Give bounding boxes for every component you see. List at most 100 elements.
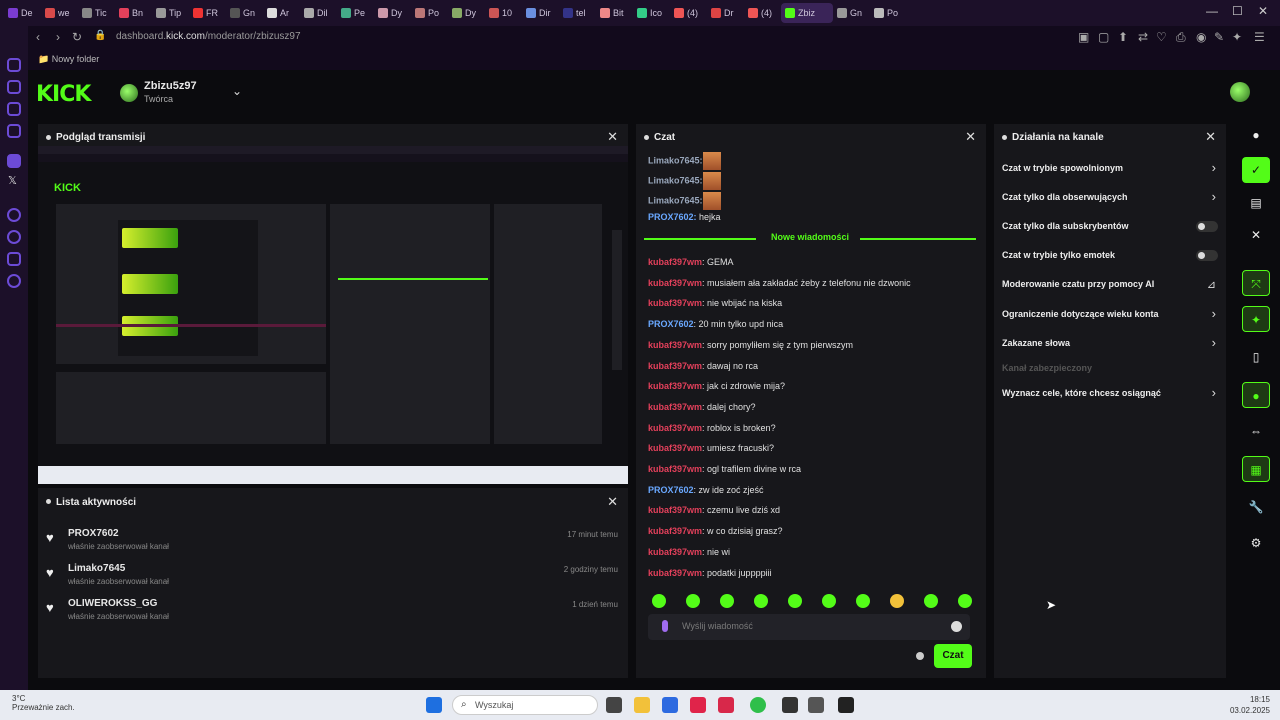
browser-tab[interactable]: Dir <box>522 3 559 23</box>
emote-button[interactable] <box>754 594 768 608</box>
app-icon[interactable] <box>838 697 854 713</box>
chat-username[interactable]: Limako7645: <box>648 175 703 185</box>
activity-username[interactable]: OLIWEROKSS_GG <box>68 598 157 609</box>
browser-tab[interactable]: Ar <box>263 3 300 23</box>
back-icon[interactable]: ‹ <box>36 30 40 44</box>
weather-widget[interactable]: 3°C Przeważnie zach. <box>12 694 75 712</box>
emote-button[interactable] <box>822 594 836 608</box>
user-avatar[interactable] <box>1230 82 1250 102</box>
chat-username[interactable]: kubaf397wm <box>648 464 702 474</box>
pinboard-icon[interactable] <box>7 58 21 72</box>
channel-action-item[interactable]: Ograniczenie dotyczące wieku konta › <box>1002 304 1218 328</box>
task-view-icon[interactable] <box>606 697 622 713</box>
share-icon[interactable]: ⬆ <box>1118 30 1128 44</box>
translate-icon[interactable]: ⇄ <box>1138 30 1148 44</box>
activity-username[interactable]: PROX7602 <box>68 528 119 539</box>
chat-username[interactable]: kubaf397wm <box>648 505 702 515</box>
channel-action-item[interactable]: Zakazane słowa › <box>1002 333 1218 357</box>
browser-tab[interactable]: we <box>41 3 78 23</box>
file-explorer-icon[interactable] <box>634 697 650 713</box>
emoji-icon[interactable] <box>951 621 962 632</box>
browser-tab[interactable]: De <box>4 3 41 23</box>
reload-icon[interactable]: ↻ <box>72 30 82 44</box>
chat-username[interactable]: kubaf397wm <box>648 257 702 267</box>
chat-username[interactable]: kubaf397wm <box>648 402 702 412</box>
emote-button[interactable] <box>856 594 870 608</box>
browser-tab[interactable]: Dy <box>448 3 485 23</box>
send-chat-button[interactable]: Czat <box>934 644 972 668</box>
settings-icon[interactable] <box>7 274 21 288</box>
profile-icon[interactable]: ◉ <box>1196 30 1206 44</box>
link-icon[interactable]: ⇔ <box>1242 418 1270 444</box>
chat-username[interactable]: kubaf397wm <box>648 423 702 433</box>
emote-icon[interactable] <box>702 192 721 210</box>
chat-username[interactable]: kubaf397wm <box>648 361 702 371</box>
stream-video[interactable]: KICK <box>38 146 628 484</box>
close-icon[interactable]: ✕ <box>965 129 976 145</box>
menu-icon[interactable]: ☰ <box>1254 30 1265 44</box>
channel-name[interactable]: Zbizu5z97 <box>144 80 197 92</box>
emote-button[interactable] <box>924 594 938 608</box>
chat-bubble-icon[interactable]: ● <box>1242 382 1270 408</box>
browser-tab[interactable]: Dil <box>300 3 337 23</box>
info-icon[interactable]: ● <box>1242 122 1270 148</box>
clipboard-icon[interactable]: ▯ <box>1242 344 1270 370</box>
chat-username[interactable]: PROX7602: <box>648 212 697 222</box>
kick-logo[interactable]: KICK <box>36 82 91 107</box>
ai-icon[interactable]: ✦ <box>1232 30 1242 44</box>
browser-tab[interactable]: FR <box>189 3 226 23</box>
camera-icon[interactable]: ▣ <box>1078 30 1089 44</box>
tabs-icon[interactable]: ⎙ <box>1176 30 1186 45</box>
emote-button[interactable] <box>890 594 904 608</box>
close-icon[interactable]: ✕ <box>1205 129 1216 145</box>
check-icon[interactable]: ✓ <box>1242 157 1270 183</box>
emote-icon[interactable] <box>702 172 721 190</box>
channel-action-item[interactable]: Czat tylko dla subskrybentów <box>1002 216 1218 240</box>
pin-icon[interactable]: ✦ <box>1242 306 1270 332</box>
chat-username[interactable]: PROX7602 <box>648 319 694 329</box>
chat-username[interactable]: kubaf397wm <box>648 547 702 557</box>
toggle-switch[interactable] <box>1196 250 1218 261</box>
app-icon[interactable] <box>718 697 734 713</box>
browser-tab[interactable]: (4) <box>744 3 781 23</box>
snapshot-icon[interactable]: ▢ <box>1098 30 1109 44</box>
microphone-icon[interactable] <box>662 620 668 632</box>
heart-icon[interactable]: ♡ <box>1156 30 1167 44</box>
browser-tab[interactable]: Gn <box>226 3 263 23</box>
grid-icon[interactable]: ▦ <box>1242 456 1270 482</box>
minimize-icon[interactable]: — <box>1206 4 1218 18</box>
gear-icon[interactable] <box>916 652 924 660</box>
activity-username[interactable]: Limako7645 <box>68 563 125 574</box>
chevron-down-icon[interactable]: ⌄ <box>232 84 242 98</box>
browser-tab[interactable]: Tic <box>78 3 115 23</box>
download-icon[interactable] <box>7 230 21 244</box>
expand-icon[interactable]: ⤧ <box>1242 270 1270 296</box>
browser-tab[interactable]: Bn <box>115 3 152 23</box>
history-icon[interactable] <box>7 208 21 222</box>
chat-username[interactable]: kubaf397wm <box>648 278 702 288</box>
forward-icon[interactable]: › <box>56 30 60 44</box>
emote-button[interactable] <box>958 594 972 608</box>
chat-username[interactable]: kubaf397wm <box>648 340 702 350</box>
browser-tab[interactable]: Bit <box>596 3 633 23</box>
close-window-icon[interactable]: ✕ <box>1258 4 1268 18</box>
browser-tab[interactable]: 10 <box>485 3 522 23</box>
aria-icon[interactable] <box>7 80 21 94</box>
browser-tab-active[interactable]: Zbiz <box>781 3 833 23</box>
browser-tab[interactable]: Tip <box>152 3 189 23</box>
wrench-icon[interactable]: 🔧 <box>1242 494 1270 520</box>
chat-username[interactable]: kubaf397wm <box>648 381 702 391</box>
channel-action-item[interactable]: Czat tylko dla obserwujących › <box>1002 187 1218 211</box>
channel-action-item[interactable]: Wyznacz cele, które chcesz osiągnąć › <box>1002 383 1218 407</box>
emote-button[interactable] <box>788 594 802 608</box>
bookmark-icon[interactable] <box>7 102 21 116</box>
emote-icon[interactable] <box>702 152 721 170</box>
spotify-icon[interactable] <box>750 697 766 713</box>
extensions-icon[interactable] <box>7 252 21 266</box>
emote-button[interactable] <box>686 594 700 608</box>
close-icon[interactable]: ✕ <box>1242 222 1270 248</box>
chevron-right-icon[interactable]: › <box>1212 189 1216 204</box>
browser-tab[interactable]: Gn <box>833 3 870 23</box>
browser-tab[interactable]: Po <box>870 3 907 23</box>
app-icon[interactable] <box>782 697 798 713</box>
